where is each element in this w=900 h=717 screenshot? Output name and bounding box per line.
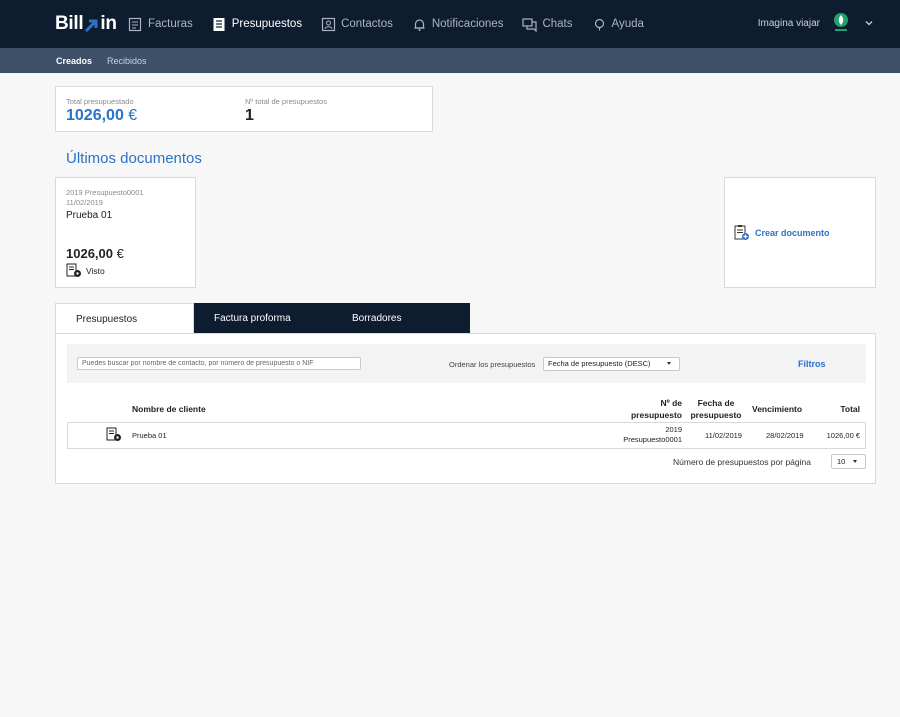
document-amount-value: 1026,00 [66,246,113,261]
document-tabs: Presupuestos Factura proforma Borradores [55,303,470,334]
document-status: Visto [66,263,105,278]
nav-item-notificaciones[interactable]: Notificaciones [412,17,504,32]
column-header-client[interactable]: Nombre de cliente [132,403,206,415]
document-viewed-icon [106,427,122,443]
document-status-label: Visto [86,265,105,276]
nav-label: Notificaciones [431,18,504,30]
tab-presupuestos[interactable]: Presupuestos [55,303,194,334]
row-number-line1: 2019 [665,425,682,434]
order-label: Ordenar los presupuestos [449,360,536,369]
stat-total-currency: € [128,107,138,124]
caret-down-icon [667,362,671,365]
row-number-line2: Presupuesto0001 [623,435,682,444]
column-header-total[interactable]: Total [816,403,860,415]
row-due: 28/02/2019 [766,431,804,440]
column-header-date-line1: Fecha de [697,398,735,408]
recent-documents-title: Últimos documentos [66,150,202,167]
nav-item-chats[interactable]: Chats [522,17,573,32]
per-page-label: Número de presupuestos por página [673,457,811,467]
per-page-select[interactable]: 10 [831,454,866,469]
budgets-panel: Ordenar los presupuestos Fecha de presup… [55,333,876,484]
billin-logo[interactable]: Bill in [55,13,117,35]
nav-label: Ayuda [611,18,644,30]
help-icon [592,17,607,32]
contacts-icon [321,17,336,32]
nav-label: Contactos [341,18,393,30]
sub-navbar: Creados Recibidos [0,48,900,73]
order-select-value: Fecha de presupuesto (DESC) [548,359,651,368]
account-menu[interactable]: Imagina viajar [758,12,874,34]
table-row[interactable]: Prueba 01 2019 Presupuesto0001 11/02/201… [67,422,866,449]
document-date: 11/02/2019 [66,198,103,207]
chat-icon [522,17,538,32]
stat-count-label: Nº total de presupuestos [245,97,327,106]
document-viewed-icon [66,263,82,278]
document-name: Prueba 01 [66,210,113,221]
chevron-down-icon[interactable] [864,18,874,28]
filter-bar: Ordenar los presupuestos Fecha de presup… [67,344,866,383]
stat-count: Nº total de presupuestos 1 [245,97,327,125]
document-ref: 2019 Presupuesto0001 [66,188,144,197]
row-total: 1026,00 € [826,431,860,440]
document-amount-currency: € [116,246,124,261]
stat-total-amount: 1026,00 [66,107,124,124]
nav-label: Facturas [148,18,193,30]
top-navbar: Bill in Facturas Presupuestos Contactos [0,0,900,48]
row-client: Prueba 01 [132,431,167,440]
subtab-creados[interactable]: Creados [56,56,92,66]
logo-text-right: in [100,13,117,34]
column-header-date[interactable]: Fecha de presupuesto [687,397,745,421]
main-nav: Facturas Presupuestos Contactos Notifica… [128,0,663,48]
per-page-value: 10 [837,457,846,466]
stat-total-label: Total presupuestado [66,97,134,106]
stats-summary: Total presupuestado 1026,00 € Nº total d… [55,86,433,132]
budgets-icon [212,17,227,32]
row-number: 2019 Presupuesto0001 [608,425,682,445]
document-reference: 2019 Presupuesto0001 11/02/2019 [66,188,144,208]
column-header-due[interactable]: Vencimiento [752,403,802,415]
order-select[interactable]: Fecha de presupuesto (DESC) [543,357,680,371]
invoices-icon [128,17,143,32]
filters-button[interactable]: Filtros [798,359,826,369]
nav-item-contactos[interactable]: Contactos [321,17,393,32]
nav-label: Presupuestos [231,18,303,30]
search-input[interactable] [77,357,361,370]
row-date: 11/02/2019 [705,431,742,440]
logo-text-left: Bill [55,13,84,34]
stat-count-value: 1 [245,107,254,124]
tab-factura-proforma[interactable]: Factura proforma [194,303,332,334]
column-header-date-line2: presupuesto [690,410,742,420]
company-logo-icon [832,12,850,34]
nav-item-facturas[interactable]: Facturas [128,17,193,32]
account-name: Imagina viajar [757,17,820,29]
create-document-button[interactable]: Crear documento [724,177,876,288]
nav-item-ayuda[interactable]: Ayuda [592,17,644,32]
bell-icon [412,17,427,32]
tab-borradores[interactable]: Borradores [332,303,470,334]
recent-document-card[interactable]: 2019 Presupuesto0001 11/02/2019 Prueba 0… [55,177,196,288]
stat-total-value: 1026,00 € [66,107,137,125]
logo-arrow-icon [84,17,99,33]
stat-total: Total presupuestado 1026,00 € [66,97,137,125]
caret-down-icon [853,460,857,463]
nav-item-presupuestos[interactable]: Presupuestos [212,17,302,32]
subtab-recibidos[interactable]: Recibidos [107,56,147,66]
document-amount: 1026,00 € [66,246,124,261]
column-header-number[interactable]: Nº de presupuesto [616,397,682,421]
column-header-number-line2: presupuesto [630,410,682,420]
column-header-number-line1: Nº de [660,398,682,408]
add-document-icon [734,224,750,241]
nav-label: Chats [542,18,573,30]
create-document-label: Crear documento [755,227,830,238]
